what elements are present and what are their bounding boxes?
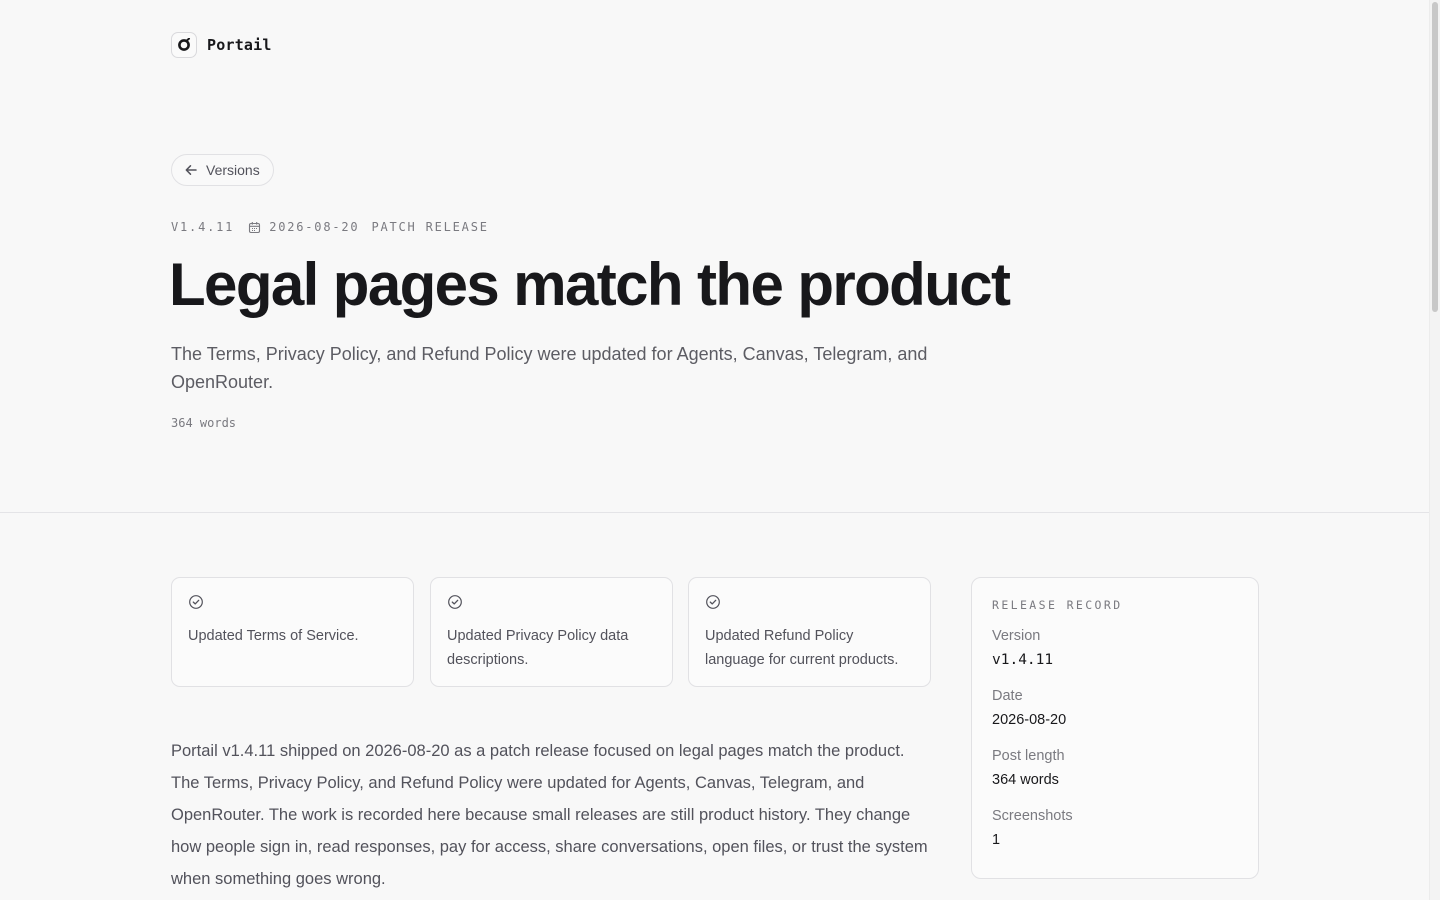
- brand-home-link[interactable]: Portail: [171, 32, 272, 58]
- record-row-version: Version v1.4.11: [992, 626, 1238, 674]
- release-page: Portail Versions V1.4.11 2026-08-20 PATC…: [0, 0, 1430, 900]
- highlight-text: Updated Refund Policy language for curre…: [705, 628, 899, 668]
- calendar-icon: [248, 221, 261, 234]
- scrollbar-thumb[interactable]: [1432, 2, 1438, 312]
- highlight-card: Updated Refund Policy language for curre…: [688, 577, 931, 687]
- page-scrollbar[interactable]: [1429, 0, 1440, 900]
- record-label: Post length: [992, 748, 1065, 764]
- release-record-panel: RELEASE RECORD Version v1.4.11 Date 2026…: [971, 577, 1259, 879]
- post-date: 2026-08-20: [269, 220, 360, 234]
- highlight-card: Updated Terms of Service.: [171, 577, 414, 687]
- version-tag: V1.4.11: [171, 220, 235, 234]
- portail-logo-icon: [171, 32, 197, 58]
- check-circle-icon: [705, 594, 721, 610]
- post-meta: V1.4.11 2026-08-20 PATCH RELEASE: [171, 220, 489, 234]
- post-body: Portail v1.4.11 shipped on 2026-08-20 as…: [171, 742, 928, 888]
- record-value: 1: [992, 832, 1001, 848]
- highlight-text: Updated Terms of Service.: [188, 628, 359, 644]
- record-row-date: Date 2026-08-20: [992, 686, 1238, 734]
- record-label: Date: [992, 688, 1023, 704]
- record-value: 2026-08-20: [992, 712, 1067, 728]
- highlight-text: Updated Privacy Policy data descriptions…: [447, 628, 629, 668]
- record-label: Version: [992, 628, 1041, 644]
- arrow-left-icon: [184, 163, 198, 177]
- record-row-screenshots: Screenshots 1: [992, 806, 1238, 854]
- page-subtitle: The Terms, Privacy Policy, and Refund Po…: [171, 344, 928, 392]
- section-divider: [0, 512, 1430, 513]
- word-count: 364 words: [171, 416, 237, 430]
- release-kind: PATCH RELEASE: [371, 220, 489, 234]
- record-label: Screenshots: [992, 808, 1073, 824]
- check-circle-icon: [447, 594, 463, 610]
- page-title: Legal pages match the product: [169, 251, 1011, 318]
- back-button-label: Versions: [206, 162, 260, 178]
- release-record-heading: RELEASE RECORD: [992, 598, 1123, 612]
- brand-name: Portail: [207, 36, 272, 54]
- back-to-versions-button[interactable]: Versions: [171, 154, 274, 186]
- highlight-card: Updated Privacy Policy data descriptions…: [430, 577, 673, 687]
- record-value: 364 words: [992, 772, 1059, 788]
- check-circle-icon: [188, 594, 204, 610]
- record-value: v1.4.11: [992, 652, 1054, 668]
- record-row-length: Post length 364 words: [992, 746, 1238, 794]
